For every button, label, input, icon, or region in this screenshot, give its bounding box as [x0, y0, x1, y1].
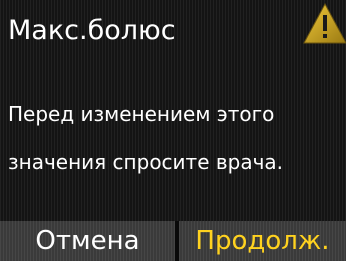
screen-title: Макс.болюс	[8, 15, 176, 46]
pump-screen: Макс.болюс Перед изменением этого значен…	[0, 0, 346, 261]
warning-message: Перед изменением этого значения спросите…	[8, 90, 283, 186]
message-line-2: значения спросите врача.	[8, 150, 284, 174]
message-line-1: Перед изменением этого	[8, 102, 275, 126]
warning-triangle-icon	[303, 2, 346, 44]
cancel-button[interactable]: Отмена	[0, 221, 175, 261]
continue-button[interactable]: Продолж.	[179, 221, 346, 261]
softkey-bar: Отмена Продолж.	[0, 221, 346, 261]
